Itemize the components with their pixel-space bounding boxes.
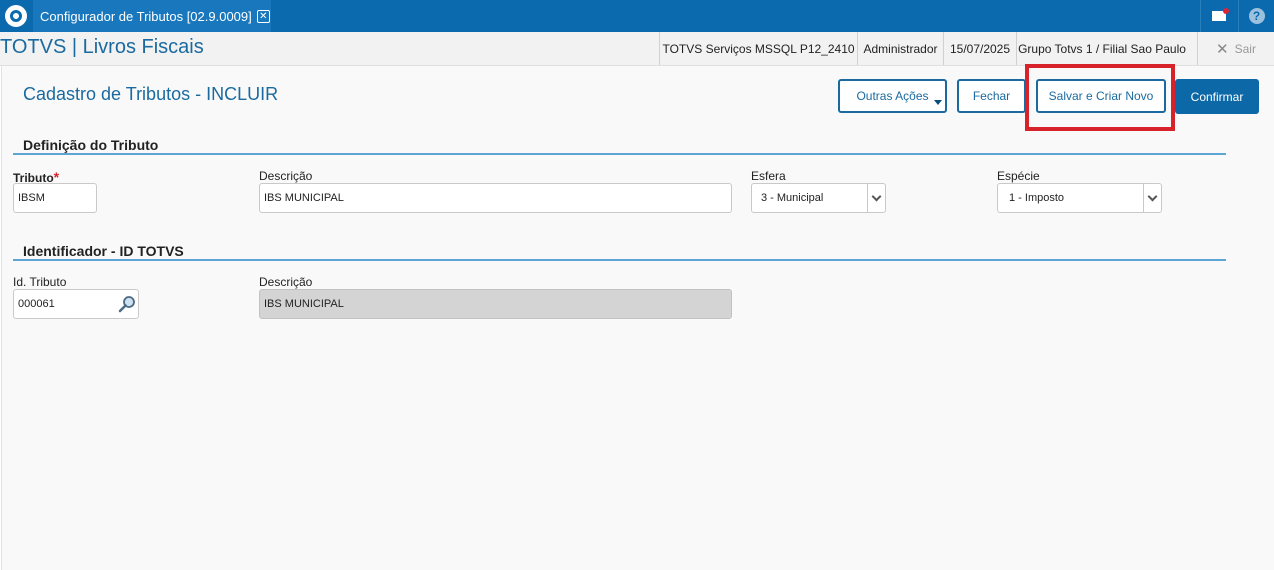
- other-actions-button[interactable]: Outras Ações: [838, 79, 947, 113]
- server-info: TOTVS Serviços MSSQL P12_2410: [659, 32, 857, 65]
- id-tributo-field[interactable]: 000061: [13, 289, 139, 319]
- exit-button[interactable]: ✕ Sair: [1197, 32, 1274, 65]
- descricao-field[interactable]: IBS MUNICIPAL: [259, 183, 732, 213]
- tab-configurador-de-tributos[interactable]: Configurador de Tributos [02.9.0009] ✕: [33, 0, 271, 32]
- help-button[interactable]: ?: [1238, 0, 1274, 32]
- chevron-down-icon[interactable]: [1143, 184, 1161, 212]
- app-header: TOTVS | Livros Fiscais TOTVS Serviços MS…: [0, 32, 1274, 66]
- id-descricao-field: IBS MUNICIPAL: [259, 289, 732, 319]
- descricao-label: Descrição: [259, 169, 313, 183]
- totvs-logo-icon[interactable]: [0, 0, 32, 32]
- esfera-select[interactable]: 3 - Municipal: [751, 183, 886, 213]
- close-icon: ✕: [1216, 40, 1229, 58]
- tab-close-icon[interactable]: ✕: [256, 9, 270, 23]
- chevron-down-icon[interactable]: [867, 184, 885, 212]
- user-info: Administrador: [857, 32, 943, 65]
- id-descricao-label: Descrição: [259, 275, 313, 289]
- tab-label: Configurador de Tributos [02.9.0009]: [40, 8, 252, 24]
- id-tributo-value: 000061: [18, 298, 55, 310]
- tributo-field[interactable]: IBSM: [13, 183, 97, 213]
- app-title: TOTVS | Livros Fiscais: [0, 36, 204, 58]
- section-divider: [13, 153, 1226, 155]
- date-info: 15/07/2025: [943, 32, 1016, 65]
- section-title-definicao: Definição do Tributo: [23, 137, 159, 153]
- help-icon: ?: [1248, 8, 1265, 24]
- esfera-label: Esfera: [751, 169, 786, 183]
- section-title-identificador: Identificador - ID TOTVS: [23, 243, 184, 259]
- save-and-new-button[interactable]: Salvar e Criar Novo: [1036, 79, 1166, 113]
- section-divider: [13, 259, 1226, 261]
- exit-label: Sair: [1234, 41, 1256, 56]
- top-bar: Configurador de Tributos [02.9.0009] ✕ ?: [0, 0, 1274, 32]
- especie-label: Espécie: [997, 169, 1040, 183]
- esfera-value: 3 - Municipal: [761, 192, 824, 204]
- company-branch-info[interactable]: Grupo Totvs 1 / Filial Sao Paulo: [1016, 32, 1187, 65]
- confirm-button[interactable]: Confirmar: [1175, 79, 1259, 114]
- especie-select[interactable]: 1 - Imposto: [997, 183, 1162, 213]
- search-icon[interactable]: [118, 295, 136, 313]
- caret-down-icon: [934, 100, 942, 105]
- page-title: Cadastro de Tributos - INCLUIR: [23, 84, 279, 104]
- mail-icon: [1211, 8, 1229, 21]
- close-button[interactable]: Fechar: [957, 79, 1026, 113]
- id-tributo-label: Id. Tributo: [13, 275, 67, 289]
- messages-button[interactable]: [1200, 0, 1236, 32]
- especie-value: 1 - Imposto: [1009, 192, 1065, 204]
- other-actions-label: Outras Ações: [856, 89, 929, 103]
- form-panel: Cadastro de Tributos - INCLUIR Outras Aç…: [1, 64, 1274, 570]
